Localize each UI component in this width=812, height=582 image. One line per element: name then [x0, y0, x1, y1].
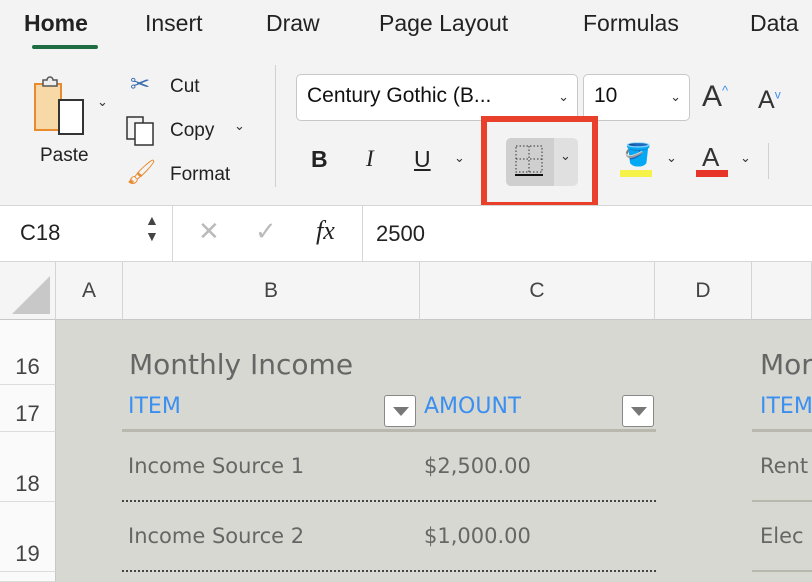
font-color-button[interactable]: A	[702, 142, 719, 173]
font-color-swatch	[696, 170, 728, 177]
column-header-a[interactable]: A	[56, 262, 123, 320]
underline-chevron-icon[interactable]: ⌄	[454, 150, 465, 166]
ribbon-divider	[275, 65, 276, 187]
ribbon-divider	[768, 143, 769, 179]
copy-chevron-icon[interactable]: ⌄	[234, 118, 245, 134]
chevron-down-icon: ⌄	[558, 89, 569, 104]
font-name-dropdown[interactable]: Century Gothic (B... ⌄	[296, 74, 578, 121]
column-header-b[interactable]: B	[123, 262, 420, 320]
active-tab-indicator	[32, 45, 98, 49]
increase-font-size-icon[interactable]: A^	[702, 80, 728, 114]
font-size-dropdown[interactable]: 10 ⌄	[583, 74, 690, 121]
paste-icon	[34, 76, 84, 135]
income-item-2[interactable]: Income Source 2	[128, 524, 304, 548]
column-header-e[interactable]	[752, 262, 812, 320]
row-header-18[interactable]: 18	[0, 432, 56, 502]
income-item-1[interactable]: Income Source 1	[128, 454, 304, 478]
formula-bar: C18 ▲ ▼ ✕ ✓ fx 2500	[0, 205, 812, 263]
decrease-font-size-icon[interactable]: Av	[758, 86, 781, 115]
name-box-stepper-icon[interactable]: ▲ ▼	[145, 212, 159, 244]
font-size-value: 10	[594, 84, 618, 107]
tab-page-layout[interactable]: Page Layout	[379, 10, 508, 37]
scissors-icon: ✂	[130, 71, 151, 98]
row-border	[122, 570, 656, 572]
column-header-c[interactable]: C	[420, 262, 655, 320]
format-painter-icon: 🖌	[126, 159, 157, 186]
row-border	[122, 500, 656, 502]
copy-button[interactable]: Copy	[170, 120, 214, 142]
font-name-value: Century Gothic (B...	[307, 84, 492, 107]
row-header-16[interactable]: 16	[0, 320, 56, 385]
tab-formulas[interactable]: Formulas	[583, 10, 679, 37]
table2-header-item: ITEM	[760, 394, 812, 419]
name-box[interactable]: C18	[20, 220, 60, 246]
function-icon[interactable]: fx	[316, 216, 335, 246]
column-header-d[interactable]: D	[655, 262, 752, 320]
format-painter-button[interactable]: Format	[170, 164, 230, 186]
fill-color-swatch	[620, 170, 652, 177]
row-header-20[interactable]	[0, 572, 56, 582]
borders-chevron-icon[interactable]: ⌄	[560, 148, 571, 164]
table2-item-2[interactable]: Elec	[760, 524, 804, 548]
row-border	[752, 570, 812, 572]
income-amount-1[interactable]: $2,500.00	[424, 454, 531, 478]
underline-button[interactable]: U	[414, 146, 431, 173]
chevron-down-icon: ⌄	[670, 89, 681, 104]
copy-icon	[126, 116, 154, 146]
filter-dropdown-item[interactable]	[384, 395, 416, 427]
enter-check-icon[interactable]: ✓	[255, 216, 277, 247]
header-divider	[122, 429, 656, 432]
table2-item-1[interactable]: Rent	[760, 454, 808, 478]
formula-input[interactable]: 2500	[376, 221, 425, 247]
worksheet-grid[interactable]: Monthly Income ITEM AMOUNT Income Source…	[56, 320, 812, 582]
header-amount: AMOUNT	[424, 394, 522, 419]
fill-color-chevron-icon[interactable]: ⌄	[666, 150, 677, 166]
select-all-corner[interactable]	[0, 262, 56, 320]
income-amount-2[interactable]: $1,000.00	[424, 524, 531, 548]
header-divider	[752, 429, 812, 432]
italic-button[interactable]: I	[366, 146, 374, 172]
row-border	[752, 500, 812, 502]
borders-icon	[515, 145, 543, 176]
filter-dropdown-amount[interactable]	[622, 395, 654, 427]
header-item: ITEM	[128, 394, 181, 419]
tab-home[interactable]: Home	[24, 10, 88, 37]
tab-data[interactable]: Data	[750, 10, 799, 37]
tab-insert[interactable]: Insert	[145, 10, 203, 37]
fill-color-icon[interactable]: 🪣	[624, 142, 651, 168]
bold-button[interactable]: B	[311, 146, 328, 173]
row-header-19[interactable]: 19	[0, 502, 56, 572]
font-color-chevron-icon[interactable]: ⌄	[740, 150, 751, 166]
borders-button[interactable]: ⌄	[506, 138, 578, 186]
row-header-17[interactable]: 17	[0, 385, 56, 432]
table2-title: Mor	[760, 348, 812, 381]
paste-label: Paste	[40, 145, 89, 166]
paste-chevron-icon[interactable]: ⌄	[97, 94, 108, 110]
cut-button[interactable]: Cut	[170, 76, 200, 98]
table-title: Monthly Income	[129, 348, 354, 381]
cancel-icon[interactable]: ✕	[198, 216, 220, 247]
tab-draw[interactable]: Draw	[266, 10, 320, 37]
